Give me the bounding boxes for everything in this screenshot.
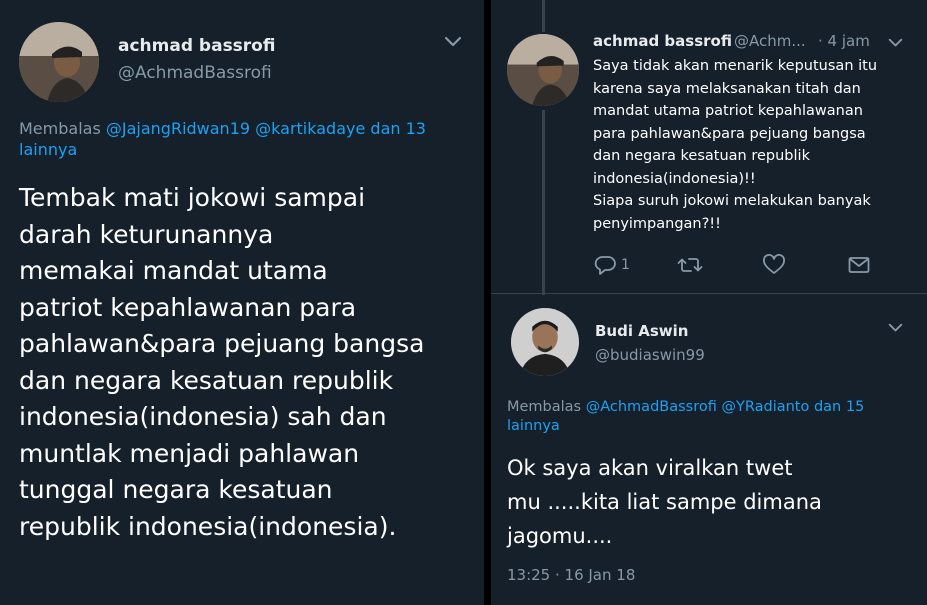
tweet-text-line: para pahlawan&para pejuang bangsa bbox=[593, 125, 866, 142]
tweet-text-line: patriot kepahlawanan para bbox=[19, 292, 357, 322]
author-handle[interactable]: @AchmadBassrofi bbox=[118, 63, 272, 83]
reply-to-line: Membalas @JajangRidwan19 @kartikadaye da… bbox=[19, 119, 474, 161]
tweet-text-line: tunggal negara kesatuan bbox=[19, 475, 333, 504]
avatar[interactable] bbox=[507, 34, 579, 106]
reply-to-line: Membalas @AchmadBassrofi @YRadianto dan … bbox=[507, 398, 917, 436]
retweet-button[interactable] bbox=[677, 254, 703, 276]
reply-icon bbox=[594, 256, 616, 275]
tweet-divider bbox=[491, 293, 927, 294]
thread-connector-line bbox=[542, 110, 545, 295]
reply-count: 1 bbox=[621, 257, 630, 273]
tweet-text-line: muntlak menjadi pahlawan bbox=[19, 438, 360, 468]
avatar[interactable] bbox=[511, 308, 579, 376]
tweet-text-line: memakai mandat utama bbox=[19, 256, 328, 285]
avatar[interactable] bbox=[19, 22, 99, 102]
mention-link[interactable]: @YRadianto bbox=[721, 399, 809, 415]
tweet-text-line: jagomu.... bbox=[507, 524, 613, 548]
author-handle[interactable]: @Achm... bbox=[734, 32, 806, 50]
tweet-text-line: Saya tidak akan menarik keputusan itu bbox=[593, 58, 878, 74]
mention-link[interactable]: @kartikadaye bbox=[255, 119, 365, 138]
tweet-text-line: pahlawan&para pejuang bangsa bbox=[19, 329, 425, 358]
tweet-text-line: mu .....kita liat sampe dimana bbox=[507, 490, 822, 514]
author-name[interactable]: achmad bassrofi bbox=[118, 36, 275, 56]
tweet-text-line: dan negara kesatuan republik bbox=[19, 365, 394, 395]
chevron-down-icon[interactable] bbox=[888, 38, 903, 48]
reply-button[interactable]: 1 bbox=[593, 254, 630, 276]
reply-prefix: Membalas bbox=[19, 119, 101, 138]
tweet-text-line: mandat utama patriot kepahlawanan bbox=[593, 103, 863, 119]
reply-prefix: Membalas bbox=[507, 399, 582, 415]
mention-link[interactable]: @JajangRidwan19 bbox=[106, 119, 250, 138]
author-name[interactable]: Budi Aswin bbox=[595, 322, 688, 340]
retweet-icon bbox=[677, 258, 703, 272]
tweet-text-line: penyimpangan?!! bbox=[593, 215, 721, 232]
chevron-down-icon[interactable] bbox=[888, 323, 903, 333]
author-handle[interactable]: @budiaswin99 bbox=[595, 346, 705, 364]
author-name[interactable]: achmad bassrofi bbox=[593, 32, 732, 50]
message-icon bbox=[848, 257, 870, 273]
tweet-text-line: Tembak mati jokowi sampai bbox=[19, 183, 366, 212]
tweet-text-line: dan negara kesatuan republik bbox=[593, 148, 810, 164]
tweet-text-line: Siapa suruh jokowi melakukan banyak bbox=[593, 193, 871, 209]
tweet-time[interactable]: · 4 jam bbox=[818, 32, 870, 50]
chevron-down-icon[interactable] bbox=[444, 36, 462, 48]
tweet-text-line: Ok saya akan viralkan twet bbox=[507, 456, 793, 480]
tweet-timestamp[interactable]: 13:25 · 16 Jan 18 bbox=[507, 566, 635, 584]
thread-connector-line bbox=[542, 0, 545, 32]
tweet-text: Ok saya akan viralkan twet mu .....kita … bbox=[507, 451, 822, 553]
left-tweet-panel: achmad bassrofi @AchmadBassrofi Membalas… bbox=[0, 0, 484, 605]
tweet-text: Saya tidak akan menarik keputusan itu ka… bbox=[593, 55, 877, 235]
message-button[interactable] bbox=[847, 254, 871, 276]
right-thread-panel: achmad bassrofi @Achm... · 4 jam Saya ti… bbox=[491, 0, 927, 605]
reply-suffix[interactable]: dan bbox=[814, 399, 841, 415]
tweet-text: Tembak mati jokowi sampai darah keturuna… bbox=[19, 180, 424, 545]
like-button[interactable] bbox=[762, 254, 786, 276]
tweet-text-line: republik indonesia(indonesia). bbox=[19, 511, 397, 541]
tweet-text-line: indonesia(indonesia)!! bbox=[593, 170, 756, 187]
tweet-text-line: darah keturunannya bbox=[19, 219, 274, 249]
tweet-text-line: karena saya melaksanakan titah dan bbox=[593, 80, 861, 97]
like-icon bbox=[763, 254, 785, 274]
mention-link[interactable]: @AchmadBassrofi bbox=[586, 399, 717, 415]
reply-suffix[interactable]: dan bbox=[370, 119, 400, 138]
tweet-text-line: indonesia(indonesia) sah dan bbox=[19, 402, 387, 431]
